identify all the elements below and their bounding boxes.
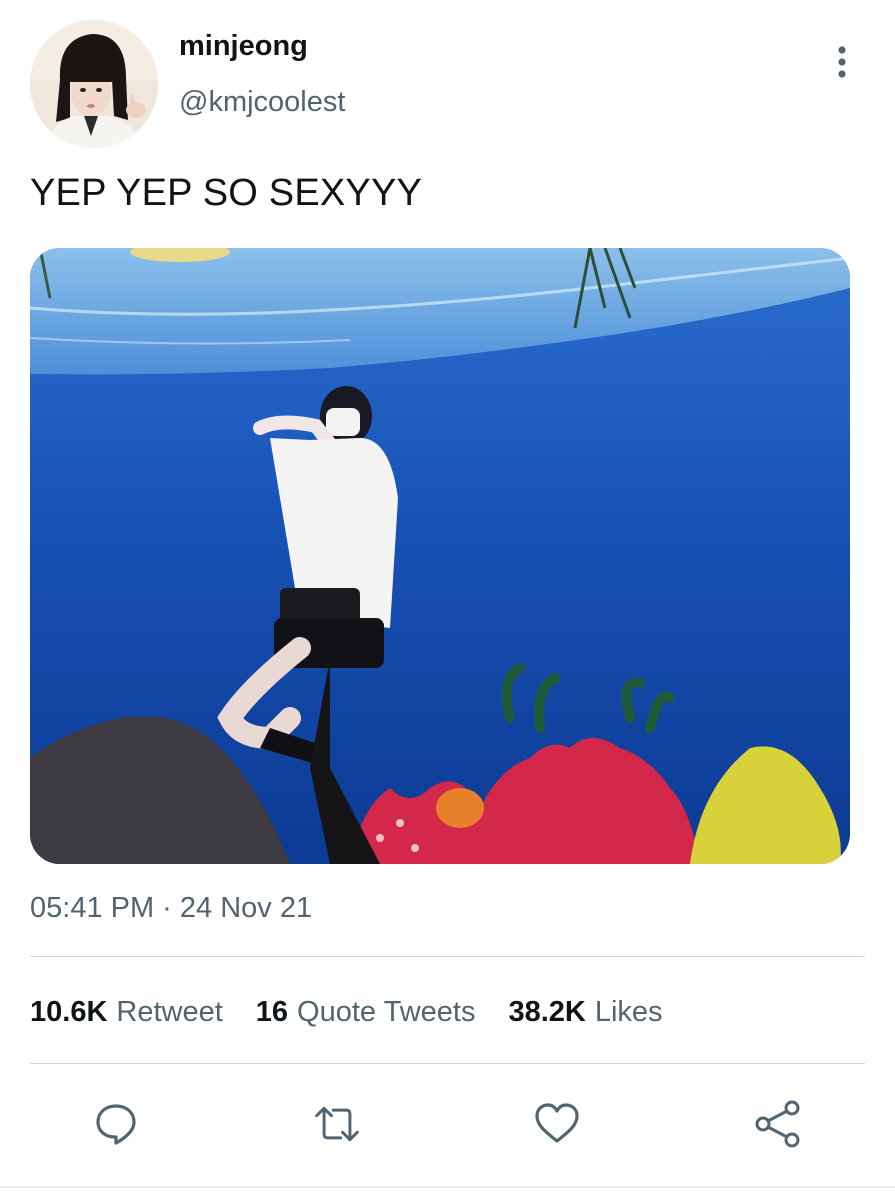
share-icon [755, 1100, 800, 1148]
like-button[interactable] [533, 1100, 581, 1148]
like-icon [535, 1103, 579, 1143]
avatar-photo [30, 20, 158, 148]
display-name[interactable]: minjeong [179, 30, 308, 63]
quotes-label: Quote Tweets [297, 996, 476, 1028]
reply-icon [96, 1104, 136, 1145]
quotes-count: 16 [255, 996, 289, 1028]
retweets-count: 10.6K [30, 996, 108, 1028]
retweets-label: Retweet [116, 996, 223, 1028]
avatar[interactable] [30, 20, 158, 148]
more-options-button[interactable] [826, 42, 858, 82]
quotes-stat[interactable]: 16 Quote Tweets [256, 996, 476, 1029]
more-vertical-icon [838, 46, 846, 78]
tweet-timestamp[interactable]: 05:41 PM · 24 Nov 21 [30, 892, 312, 925]
bottom-divider [0, 1186, 895, 1188]
divider [30, 1063, 865, 1064]
retweets-stat[interactable]: 10.6K Retweet [30, 996, 223, 1029]
share-button[interactable] [754, 1100, 802, 1148]
likes-count: 38.2K [508, 996, 586, 1028]
retweet-icon [315, 1106, 359, 1142]
engagement-stats: 10.6K Retweet 16 Quote Tweets 38.2K Like… [30, 996, 696, 1029]
photo-image [30, 248, 850, 864]
likes-label: Likes [594, 996, 663, 1028]
tweet-photo[interactable] [30, 248, 850, 864]
divider [30, 956, 865, 957]
likes-stat[interactable]: 38.2K Likes [508, 996, 662, 1029]
user-handle[interactable]: @kmjcoolest [179, 86, 345, 119]
retweet-button[interactable] [313, 1100, 361, 1148]
tweet-text: YEP YEP SO SEXYYY [30, 172, 423, 214]
reply-button[interactable] [92, 1100, 140, 1148]
